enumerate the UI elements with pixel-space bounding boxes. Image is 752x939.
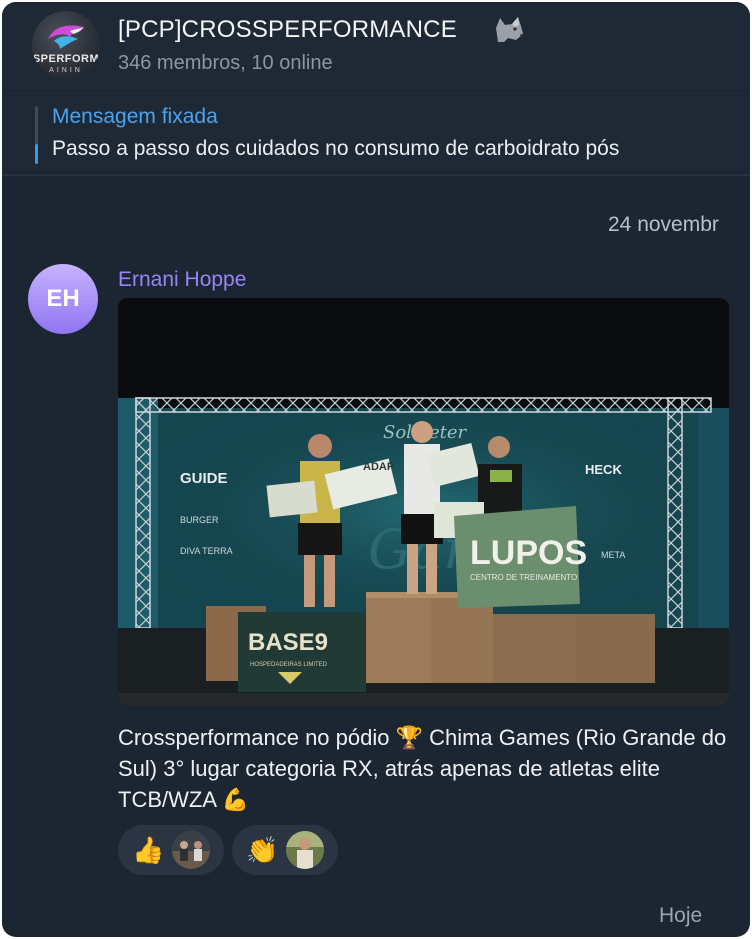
logo-subtext: AININ (49, 67, 83, 74)
svg-text:META: META (601, 550, 625, 560)
reactor-avatar (172, 831, 210, 869)
podium-photo-illustration: Games Solmeter GUIDE BURGER DIVA TERRA H… (118, 298, 729, 706)
reaction-clapping[interactable]: 👏 (232, 825, 338, 875)
clapping-hands-icon: 👏 (246, 835, 279, 865)
date-separator: 24 novembr (608, 213, 719, 236)
message-caption: Crossperformance no pódio 🏆 Chima Games … (118, 725, 727, 812)
pinned-message-bar[interactable]: Mensagem fixada Passo a passo dos cuidad… (2, 92, 750, 172)
svg-text:DIVA TERRA: DIVA TERRA (180, 546, 233, 556)
sender-name[interactable]: Ernani Hoppe (118, 268, 246, 292)
member-count: 346 membros, 10 online (118, 52, 333, 74)
message-photo[interactable]: Games Solmeter GUIDE BURGER DIVA TERRA H… (118, 298, 729, 706)
sender-avatar[interactable]: EH (28, 264, 98, 334)
svg-text:GUIDE: GUIDE (180, 470, 228, 487)
message-time: Hoje (659, 904, 703, 927)
header-divider (2, 174, 750, 176)
wolf-icon (496, 17, 524, 42)
pinned-label: Mensagem fixada (52, 105, 218, 128)
svg-text:ADAP: ADAP (363, 461, 394, 473)
svg-text:BASE9: BASE9 (248, 629, 328, 656)
reactor-avatar (286, 831, 324, 869)
svg-text:CENTRO DE TREINAMENTO: CENTRO DE TREINAMENTO (470, 573, 577, 582)
chat-header[interactable]: SPERFORM AININ [PCP]CROSSPERFORMANCE 346… (2, 2, 750, 90)
chat-window: SPERFORM AININ [PCP]CROSSPERFORMANCE 346… (2, 2, 750, 937)
pinned-text: Passo a passo dos cuidados no consumo de… (52, 137, 620, 160)
group-avatar[interactable]: SPERFORM AININ (32, 11, 100, 79)
thumbs-up-icon: 👍 (132, 835, 165, 865)
pinned-indicator-active (35, 144, 38, 164)
reaction-thumbs-up[interactable]: 👍 (118, 825, 224, 875)
logo-bird-icon (48, 25, 84, 49)
svg-text:LUPOS: LUPOS (470, 534, 587, 572)
svg-text:HOSPEDADEIRAS LIMITED: HOSPEDADEIRAS LIMITED (250, 662, 328, 668)
svg-text:BURGER: BURGER (180, 515, 219, 525)
logo-text: SPERFORM (32, 53, 100, 65)
svg-text:HECK: HECK (585, 462, 622, 477)
group-title[interactable]: [PCP]CROSSPERFORMANCE (118, 16, 457, 44)
